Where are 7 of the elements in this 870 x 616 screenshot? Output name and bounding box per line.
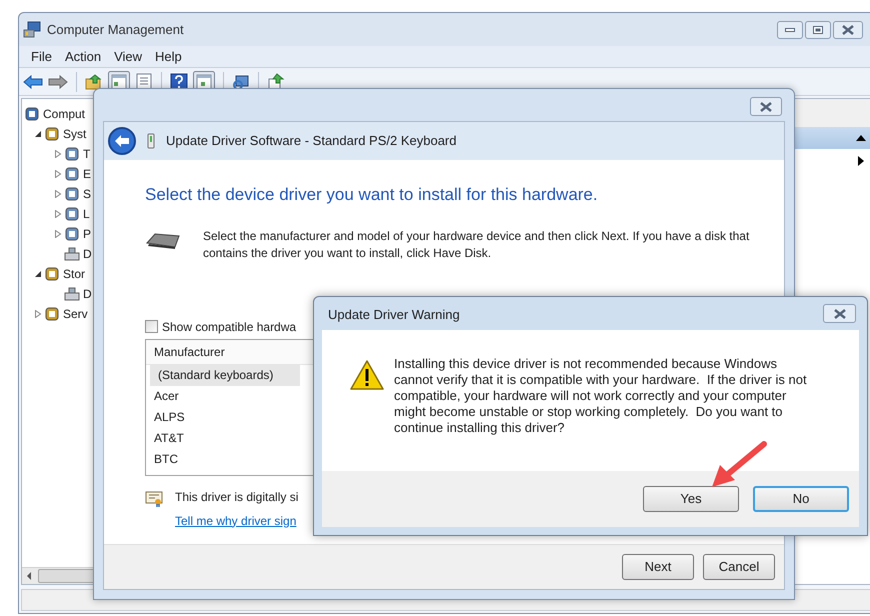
dialog-title: Update Driver Warning: [328, 306, 460, 324]
signed-driver-text: This driver is digitally si: [175, 488, 298, 506]
checkbox-label: Show compatible hardwa: [162, 318, 296, 336]
wizard-heading: Select the device driver you want to install for this hardware.: [145, 184, 599, 206]
instruction-text: Select the manufacturer and model of your hardware device and then click Next. If you have a disk that contains the driver you want to install, click Have Disk.: [203, 228, 750, 262]
dialog-title: Update Driver Software - Standard PS/2 Keyboard: [166, 132, 456, 150]
window-title: Computer Management: [47, 20, 184, 39]
